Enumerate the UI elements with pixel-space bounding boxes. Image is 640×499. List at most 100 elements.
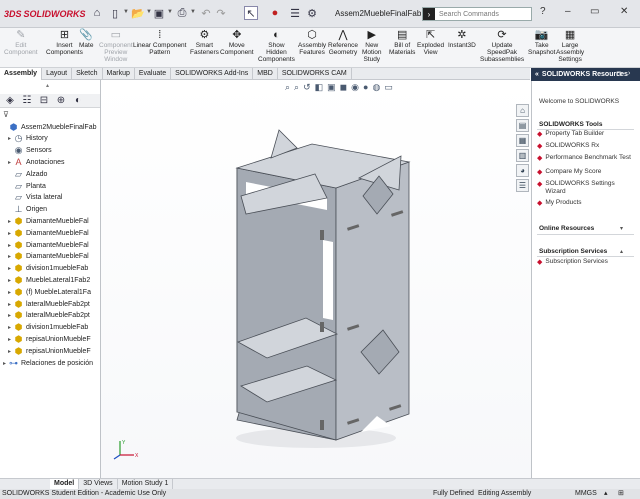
new-document-icon[interactable]: ▯	[108, 6, 122, 20]
file-explorer-tab-icon[interactable]: ▦	[516, 134, 529, 147]
tree-expander-icon[interactable]: ▸	[6, 230, 13, 237]
custom-properties-tab-icon[interactable]: ☰	[516, 179, 529, 192]
ribbon-button-instant3d[interactable]: ✲ Instant3D	[448, 29, 476, 49]
tree-expander-icon[interactable]: ▸	[6, 135, 13, 142]
chevron-down-icon[interactable]: ▼	[190, 9, 196, 15]
collapse-pane-icon[interactable]: «	[535, 71, 539, 78]
tree-expander-icon[interactable]: ▸	[6, 301, 13, 308]
ribbon-button-insert-components[interactable]: ⊞ Insert Components	[46, 29, 83, 56]
configuration-manager-tab-icon[interactable]: ⊟	[37, 95, 51, 107]
tree-item[interactable]: ▸ ⬢ repisaUnionMuebleF	[0, 345, 100, 357]
tree-item[interactable]: ⬢ Assem2MuebleFinalFab	[0, 121, 100, 133]
tree-item[interactable]: ⊥ Origen	[0, 204, 100, 216]
chevron-down-icon[interactable]: ▼	[123, 9, 129, 15]
pin-icon[interactable]: ⊓	[616, 70, 621, 78]
bottom-tab-motion-study-1[interactable]: Motion Study 1	[118, 479, 174, 489]
ribbon-button-motion-study[interactable]: ▶ New Motion Study	[362, 29, 382, 63]
tool-link[interactable]: ◆ Property Tab Builder	[537, 130, 633, 138]
tree-item[interactable]: ▸ ⬢ (f) MuebleLateral1Fa	[0, 286, 100, 298]
tool-link[interactable]: ◆ SOLIDWORKS Rx	[537, 142, 633, 150]
tree-item[interactable]: ▸ A Anotaciones	[0, 156, 100, 168]
status-units[interactable]: MMGS	[575, 489, 597, 499]
tree-expander-icon[interactable]: ▸	[6, 253, 13, 260]
tool-link[interactable]: ◆ SOLIDWORKS Settings Wizard	[537, 180, 633, 196]
restore-icon[interactable]: ▭	[590, 6, 599, 17]
collapse-arrow-icon[interactable]: ▴	[46, 82, 49, 89]
rebuild-icon[interactable]: ●	[268, 6, 282, 20]
property-manager-tab-icon[interactable]: ☷	[20, 95, 34, 107]
minimize-icon[interactable]: –	[565, 6, 571, 17]
tree-expander-icon[interactable]: ▸	[1, 360, 8, 367]
ribbon-button-mate[interactable]: 📎 Mate	[79, 29, 93, 49]
view-palette-tab-icon[interactable]: ▥	[516, 149, 529, 162]
welcome-link[interactable]: Welcome to SOLIDWORKS	[539, 98, 619, 106]
search-commands-input[interactable]: › Search Commands	[422, 7, 532, 21]
tree-item[interactable]: ▸ ⬢ MuebleLateral1Fab2	[0, 274, 100, 286]
tree-expander-icon[interactable]: ▸	[6, 336, 13, 343]
dimxpert-tab-icon[interactable]: ⊕	[54, 95, 68, 107]
chevron-down-icon[interactable]: ▼	[167, 9, 173, 15]
tab-markup[interactable]: Markup	[103, 68, 135, 80]
tree-expander-icon[interactable]: ▸	[6, 289, 13, 296]
ribbon-button-reference-geometry[interactable]: ⋀ Reference Geometry	[328, 29, 358, 56]
ribbon-button-linear-pattern[interactable]: ⁞ Linear Component Pattern	[133, 29, 186, 56]
tab-assembly[interactable]: Assembly	[0, 68, 43, 80]
filter-icon[interactable]: ⊽	[3, 110, 9, 119]
redo-icon[interactable]: ↷	[214, 6, 228, 20]
help-icon[interactable]: ?	[540, 6, 546, 17]
tree-item[interactable]: ▱ Planta	[0, 180, 100, 192]
select-pointer-icon[interactable]: ↖	[244, 6, 258, 20]
subscription-link[interactable]: ◆ Subscription Services	[537, 258, 633, 266]
ribbon-button-snapshot[interactable]: 📷 Take Snapshot	[528, 29, 555, 56]
tree-item[interactable]: ▸ ⬢ repisaUnionMuebleF	[0, 333, 100, 345]
save-icon[interactable]: ▣	[152, 6, 166, 20]
tree-expander-icon[interactable]: ▸	[6, 348, 13, 355]
close-icon[interactable]: ✕	[620, 6, 628, 17]
tree-expander-icon[interactable]: ▸	[6, 265, 13, 272]
tree-expander-icon[interactable]: ▸	[6, 277, 13, 284]
ribbon-button-assembly-features[interactable]: ⬡ Assembly Features	[298, 29, 326, 56]
tree-item[interactable]: ◉ Sensors	[0, 145, 100, 157]
tool-link[interactable]: ◆ Compare My Score	[537, 168, 633, 176]
ribbon-button-large-assembly[interactable]: ▦ Large Assembly Settings	[556, 29, 584, 63]
home-icon[interactable]: ⌂	[90, 6, 104, 20]
expand-online-icon[interactable]: ▾	[620, 225, 623, 232]
tree-item[interactable]: ▸ ⬢ division1muebleFab	[0, 322, 100, 334]
print-icon[interactable]: ⎙	[175, 6, 189, 20]
tree-expander-icon[interactable]: ▸	[6, 242, 13, 249]
tree-item[interactable]: ▸ ⬢ division1muebleFab	[0, 263, 100, 275]
resources-tab-icon[interactable]: ⌂	[516, 104, 529, 117]
tool-link[interactable]: ◆ Performance Benchmark Test	[537, 154, 633, 162]
ribbon-button-move-component[interactable]: ✥ Move Component	[220, 29, 254, 56]
bottom-tab-3d-views[interactable]: 3D Views	[79, 479, 118, 489]
tree-expander-icon[interactable]: ▸	[6, 312, 13, 319]
tree-item[interactable]: ▸ ⊶ Relaciones de posición	[0, 357, 100, 369]
tree-expander-icon[interactable]: ▸	[6, 218, 13, 225]
options-gear-icon[interactable]: ⚙	[305, 6, 319, 20]
cabinet-3d-model[interactable]	[101, 90, 531, 470]
tree-item[interactable]: ▸ ⬢ DiamanteMuebleFal	[0, 239, 100, 251]
tool-link[interactable]: ◆ My Products	[537, 199, 633, 207]
tab-solidworks-cam[interactable]: SOLIDWORKS CAM	[278, 68, 352, 80]
tab-sketch[interactable]: Sketch	[72, 68, 103, 80]
ribbon-button-bom[interactable]: ▤ Bill of Materials	[389, 29, 415, 56]
display-manager-tab-icon[interactable]: ◐	[71, 95, 85, 107]
tree-item[interactable]: ▸ ⬢ lateralMuebleFab2pt	[0, 298, 100, 310]
appearances-tab-icon[interactable]: ◕	[516, 164, 529, 177]
bottom-tab-model[interactable]: Model	[50, 479, 80, 489]
tree-item[interactable]: ▸ ⬢ lateralMuebleFab2pt	[0, 310, 100, 322]
ribbon-button-speedpak[interactable]: ⟳ Update SpeedPak Subassemblies	[480, 29, 524, 63]
ribbon-button-edit-component[interactable]: ✎ Edit Component	[4, 29, 38, 56]
tree-expander-icon[interactable]: ▸	[6, 324, 13, 331]
units-caret-icon[interactable]: ▴	[604, 489, 608, 499]
ribbon-button-exploded-view[interactable]: ⇱ Exploded View	[417, 29, 444, 56]
undo-icon[interactable]: ↶	[199, 6, 213, 20]
tab-evaluate[interactable]: Evaluate	[135, 68, 172, 80]
tab-solidworks-add-ins[interactable]: SOLIDWORKS Add-Ins	[171, 68, 254, 80]
tree-item[interactable]: ▸ ⬢ DiamanteMuebleFal	[0, 251, 100, 263]
tab-layout[interactable]: Layout	[42, 68, 73, 80]
tab-mbd[interactable]: MBD	[253, 68, 278, 80]
tree-item[interactable]: ▸ ⬢ DiamanteMuebleFal	[0, 215, 100, 227]
pane-close-icon[interactable]: ›	[628, 70, 630, 77]
file-properties-icon[interactable]: ☰	[288, 6, 302, 20]
